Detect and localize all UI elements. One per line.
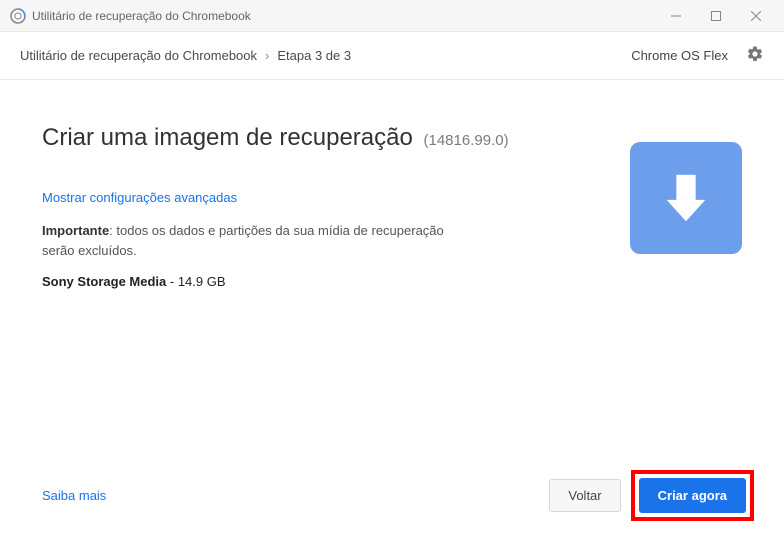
- minimize-button[interactable]: [656, 0, 696, 32]
- learn-more-link[interactable]: Saiba mais: [42, 488, 106, 503]
- breadcrumb-bar: Utilitário de recuperação do Chromebook …: [0, 32, 784, 80]
- breadcrumb-app: Utilitário de recuperação do Chromebook: [20, 48, 257, 63]
- app-icon: [10, 8, 26, 24]
- close-button[interactable]: [736, 0, 776, 32]
- media-size: 14.9 GB: [178, 274, 226, 289]
- warning-text: Importante: todos os dados e partições d…: [42, 221, 452, 260]
- back-button[interactable]: Voltar: [549, 479, 620, 512]
- maximize-button[interactable]: [696, 0, 736, 32]
- breadcrumb-step: Etapa 3 de 3: [277, 48, 351, 63]
- download-icon: [630, 142, 742, 254]
- warning-bold: Importante: [42, 223, 109, 238]
- footer-bar: Saiba mais Voltar Criar agora: [42, 470, 754, 521]
- gear-icon[interactable]: [746, 45, 764, 66]
- create-now-button[interactable]: Criar agora: [639, 478, 746, 513]
- os-name-label: Chrome OS Flex: [631, 48, 728, 63]
- main-content: Criar uma imagem de recuperação (14816.9…: [0, 80, 784, 543]
- advanced-settings-link[interactable]: Mostrar configurações avançadas: [42, 190, 237, 205]
- heading-text: Criar uma imagem de recuperação: [42, 124, 413, 151]
- version-label: (14816.99.0): [424, 132, 509, 149]
- window-titlebar: Utilitário de recuperação do Chromebook: [0, 0, 784, 32]
- media-name: Sony Storage Media: [42, 274, 166, 289]
- window-controls: [656, 0, 776, 32]
- breadcrumb-separator: ›: [265, 48, 269, 63]
- media-separator: -: [166, 274, 178, 289]
- window-title: Utilitário de recuperação do Chromebook: [32, 9, 656, 23]
- media-info: Sony Storage Media - 14.9 GB: [42, 274, 742, 289]
- annotation-highlight: Criar agora: [631, 470, 754, 521]
